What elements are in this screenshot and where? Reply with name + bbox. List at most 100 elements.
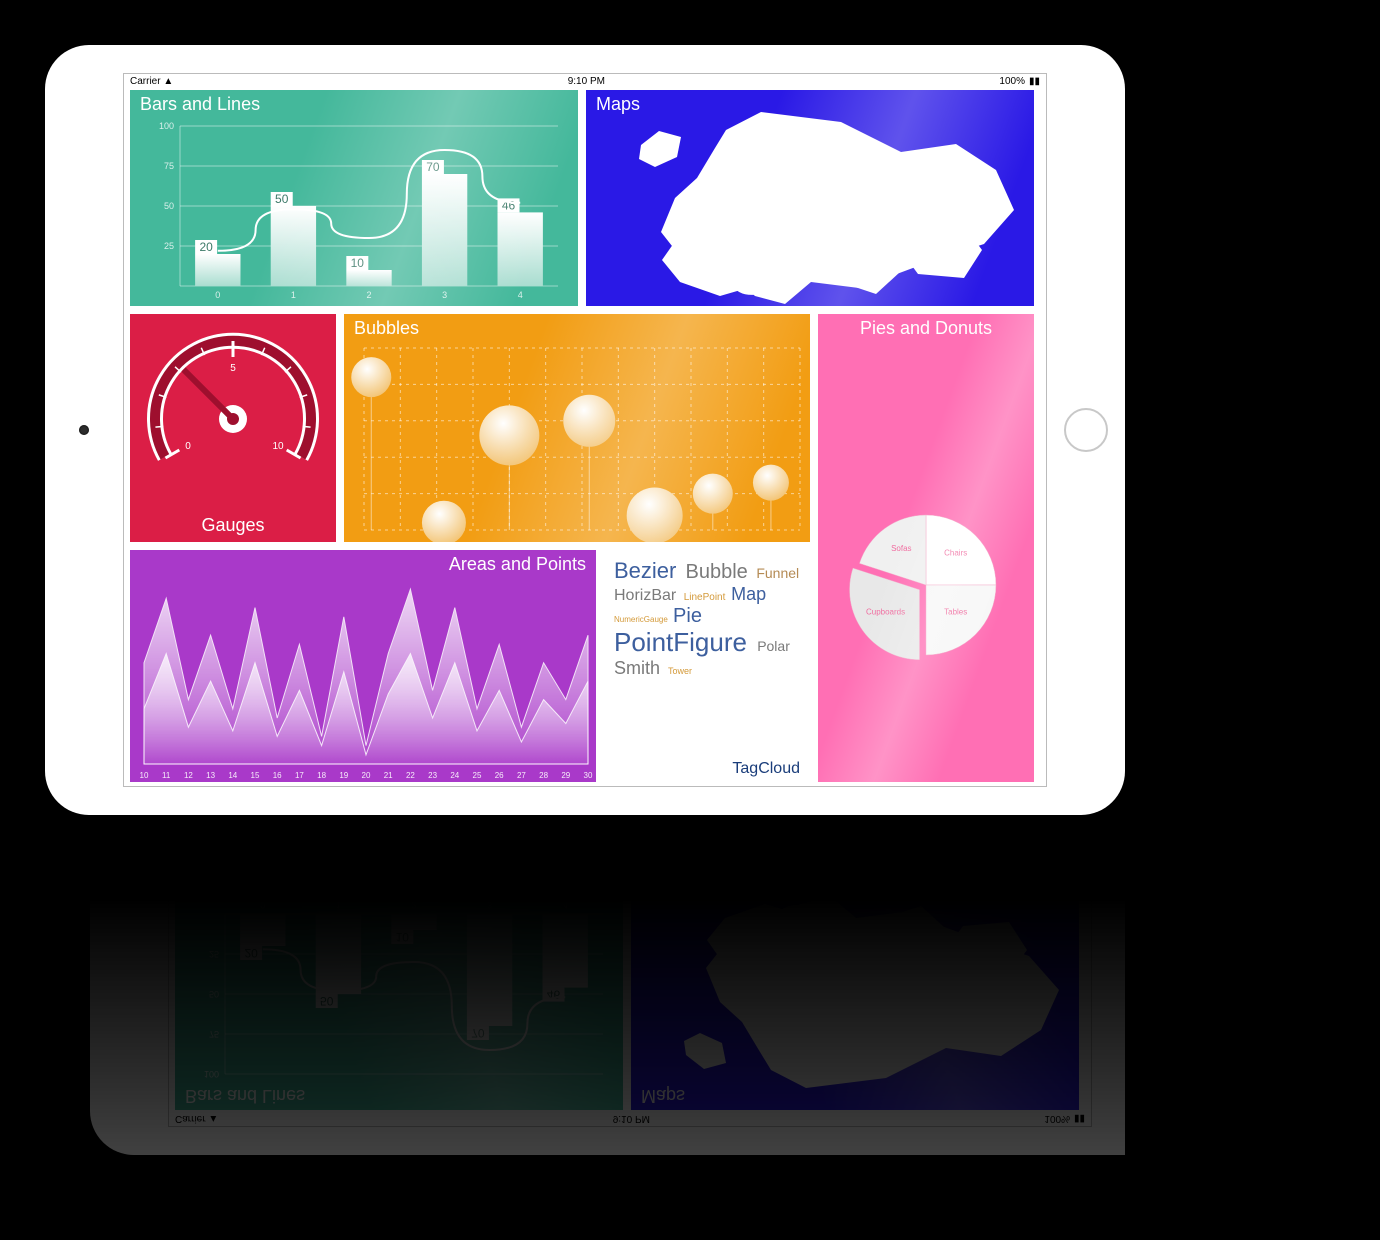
svg-text:10: 10	[396, 930, 410, 944]
svg-text:12: 12	[184, 771, 193, 780]
svg-text:24: 24	[450, 771, 459, 780]
svg-text:28: 28	[539, 771, 548, 780]
svg-text:2: 2	[366, 290, 371, 300]
reflection: Carrier ▲ 9:10 PM 100% ▮▮ Bars and Lines	[45, 820, 1125, 1200]
svg-text:20: 20	[362, 771, 371, 780]
tag-word[interactable]: Map	[731, 584, 766, 604]
svg-text:Sofas: Sofas	[891, 544, 911, 553]
status-bar: Carrier ▲ 9:10 PM 100% ▮▮	[124, 74, 1046, 90]
svg-text:20: 20	[199, 240, 213, 254]
tile-gauges[interactable]: Gauges 0510	[175, 820, 381, 886]
tile-gauges[interactable]: Gauges 0510	[130, 314, 336, 542]
tile-areas-and-points[interactable]: Areas and Points 10111213141516171819202…	[130, 550, 596, 782]
svg-text:75: 75	[164, 161, 174, 171]
svg-text:10: 10	[351, 256, 365, 270]
gauge-chart: 0510	[138, 324, 328, 514]
tag-word[interactable]: Funnel	[756, 565, 799, 581]
svg-text:11: 11	[162, 771, 171, 780]
screen: Carrier ▲ 9:10 PM 100% ▮▮ Bars and Lines	[168, 820, 1092, 1127]
tile-title: Maps	[586, 90, 1034, 117]
bar-line-chart: 255075100 200501102703464	[130, 90, 578, 306]
tag-word[interactable]: Polar	[757, 638, 790, 654]
tag-word[interactable]: LinePoint	[684, 592, 731, 603]
svg-text:4: 4	[518, 290, 523, 300]
tag-word[interactable]: HorizBar	[614, 587, 684, 604]
gauge-chart: 0510	[183, 820, 373, 876]
tag-word[interactable]: Bubble	[685, 561, 756, 583]
svg-text:75: 75	[209, 1029, 219, 1039]
clock-label: 9:10 PM	[613, 1110, 650, 1126]
left-bezel	[45, 45, 123, 815]
tile-tagcloud[interactable]: Bezier Bubble Funnel HorizBar LinePoint …	[604, 550, 810, 782]
svg-text:15: 15	[251, 771, 260, 780]
svg-text:100: 100	[159, 121, 174, 131]
tile-bubbles[interactable]: Bubbles	[344, 314, 810, 542]
svg-text:18: 18	[317, 771, 326, 780]
svg-text:14: 14	[228, 771, 237, 780]
svg-text:10: 10	[140, 771, 149, 780]
svg-text:70: 70	[471, 1026, 485, 1040]
svg-text:30: 30	[584, 771, 593, 780]
svg-text:3: 3	[487, 900, 492, 910]
tile-title: Bars and Lines	[130, 90, 578, 117]
europe-map-icon	[586, 90, 1034, 306]
svg-text:50: 50	[164, 201, 174, 211]
tagcloud-words: Bezier Bubble Funnel HorizBar LinePoint …	[614, 558, 800, 760]
pie-chart: ChairsTablesCupboardsSofas	[831, 490, 1021, 680]
battery-icon: ▮▮	[1029, 74, 1040, 90]
right-bezel	[1047, 45, 1125, 815]
svg-text:27: 27	[517, 771, 526, 780]
status-bar: Carrier ▲ 9:10 PM 100% ▮▮	[169, 1110, 1091, 1126]
tag-word[interactable]: PointFigure	[614, 627, 757, 657]
svg-text:29: 29	[561, 771, 570, 780]
svg-text:5: 5	[230, 363, 236, 374]
tag-word[interactable]: Pie	[673, 605, 702, 627]
tag-word[interactable]: Tower	[668, 666, 692, 676]
tile-bars-and-lines[interactable]: Bars and Lines 255075100 200501102703464	[175, 894, 623, 1110]
clock-label: 9:10 PM	[568, 74, 605, 90]
svg-text:2: 2	[411, 900, 416, 910]
battery-percent: 100%	[1044, 1110, 1070, 1126]
wifi-icon: ▲	[208, 1113, 218, 1124]
battery-icon: ▮▮	[1074, 1110, 1085, 1126]
tile-bubbles[interactable]: Bubbles	[389, 820, 855, 886]
svg-text:1: 1	[291, 290, 296, 300]
tag-word[interactable]: Bezier	[614, 558, 685, 583]
dashboard-grid: Bars and Lines 255075100 200501102703464…	[130, 90, 1040, 780]
svg-text:25: 25	[164, 241, 174, 251]
screen: Carrier ▲ 9:10 PM 100% ▮▮ Bars and Lines	[123, 73, 1047, 787]
svg-text:16: 16	[273, 771, 282, 780]
tag-word[interactable]: NumericGauge	[614, 615, 673, 624]
tile-title: Pies and Donuts	[818, 314, 1034, 341]
svg-text:19: 19	[339, 771, 348, 780]
tile-pies-and-donuts[interactable]: Pies and Donuts ChairsTablesCupboardsSof…	[818, 314, 1034, 782]
battery-percent: 100%	[999, 74, 1025, 90]
svg-text:21: 21	[384, 771, 393, 780]
carrier-label: Carrier ▲	[175, 1110, 218, 1126]
carrier-label: Carrier ▲	[130, 74, 173, 90]
svg-text:0: 0	[260, 900, 265, 910]
tile-maps[interactable]: Maps	[631, 894, 1079, 1110]
svg-text:22: 22	[406, 771, 415, 780]
tile-title: Areas and Points	[130, 550, 596, 577]
wifi-icon: ▲	[163, 76, 173, 87]
svg-text:0: 0	[215, 290, 220, 300]
svg-text:70: 70	[426, 160, 440, 174]
svg-text:50: 50	[320, 994, 334, 1008]
status-right: 100% ▮▮	[1044, 1110, 1085, 1126]
tile-title: Maps	[631, 1083, 1079, 1110]
tile-bars-and-lines[interactable]: Bars and Lines 255075100 200501102703464	[130, 90, 578, 306]
area-chart: 1011121314151617181920212223242526272829…	[130, 550, 596, 782]
tile-title: Bubbles	[344, 314, 810, 341]
home-button[interactable]	[1064, 408, 1108, 452]
svg-text:0: 0	[185, 441, 191, 452]
tile-title: Pies and Donuts	[863, 859, 1079, 886]
svg-text:25: 25	[473, 771, 482, 780]
tag-word[interactable]: Smith	[614, 658, 668, 678]
tile-maps[interactable]: Maps	[586, 90, 1034, 306]
dashboard-grid: Bars and Lines 255075100 200501102703464…	[175, 820, 1085, 1110]
svg-text:5: 5	[275, 826, 281, 837]
status-right: 100% ▮▮	[999, 74, 1040, 90]
tile-title: Bars and Lines	[175, 1083, 623, 1110]
tile-pies-and-donuts[interactable]: Pies and Donuts ChairsTablesCupboardsSof…	[863, 820, 1079, 886]
